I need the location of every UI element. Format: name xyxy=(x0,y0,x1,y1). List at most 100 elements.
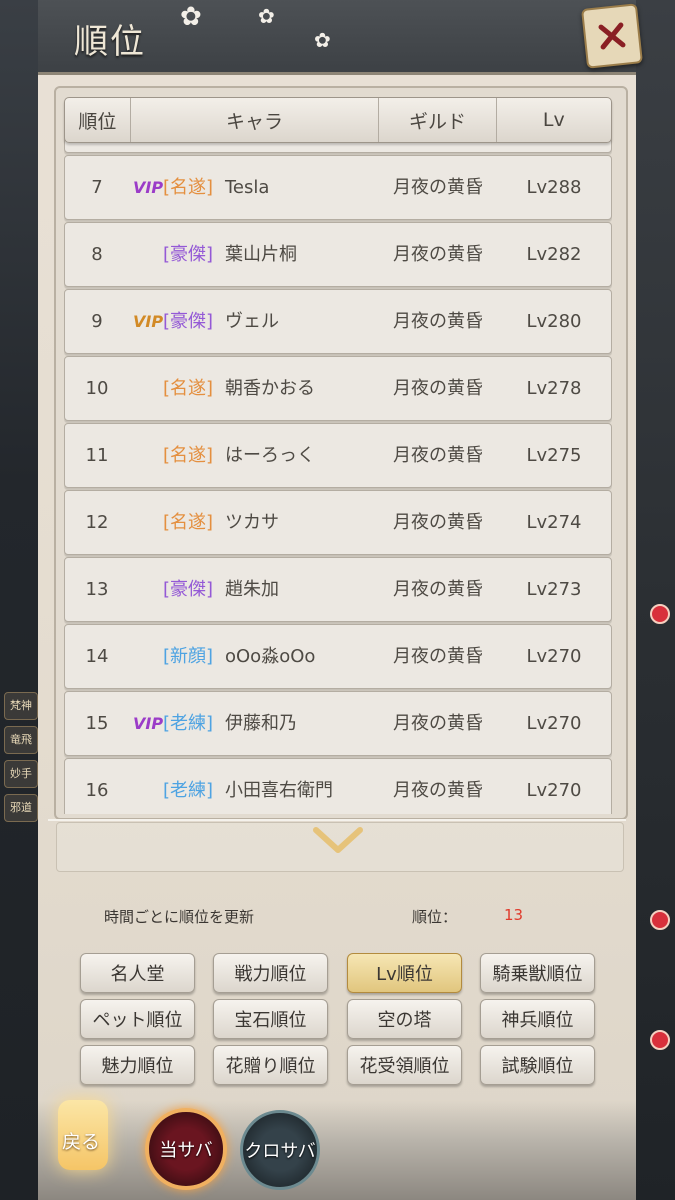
character-name: ヴェル xyxy=(225,311,279,332)
character-name: oOo淼oOo xyxy=(225,646,316,667)
table-row[interactable]: 10 [名遂] 朝香かおる 月夜の黄昏 Lv278 xyxy=(64,356,612,421)
tab-cross-server-label: クロサバ xyxy=(244,1141,316,1162)
guild-name: 月夜の黄昏 xyxy=(393,311,483,332)
title-badge: [名遂] xyxy=(163,378,214,399)
category-button-divine-weapon[interactable]: 神兵順位 xyxy=(480,999,595,1039)
category-button-flower-receive[interactable]: 花受領順位 xyxy=(347,1045,462,1085)
title-badge: [名遂] xyxy=(163,177,214,198)
character-name: はーろっく xyxy=(225,445,315,466)
table-row[interactable]: 9 VIP [豪傑] ヴェル 月夜の黄昏 Lv280 xyxy=(64,289,612,354)
character-name: Tesla xyxy=(225,177,270,198)
flower-decoration-icon: ✿ xyxy=(258,4,275,28)
guild-name: 月夜の黄昏 xyxy=(393,713,483,734)
category-button-hall-of-fame[interactable]: 名人堂 xyxy=(80,953,195,993)
rank-cell: 12 xyxy=(85,512,109,533)
guild-name: 月夜の黄昏 xyxy=(393,780,483,801)
table-header: 順位 キャラ ギルド Lv xyxy=(64,97,612,143)
tab-current-server-label: 当サバ xyxy=(159,1140,213,1161)
guild-name: 月夜の黄昏 xyxy=(393,244,483,265)
level-cell: Lv282 xyxy=(526,244,582,265)
title-badge: [豪傑] xyxy=(163,579,214,600)
close-icon xyxy=(598,22,626,50)
guild-name: 月夜の黄昏 xyxy=(393,512,483,533)
table-row[interactable]: 11 [名遂] はーろっく 月夜の黄昏 Lv275 xyxy=(64,423,612,488)
rank-cell: 14 xyxy=(85,646,109,667)
rank-cell: 16 xyxy=(85,780,109,801)
guild-name: 月夜の黄昏 xyxy=(393,646,483,667)
level-cell: Lv273 xyxy=(526,579,582,600)
level-cell: Lv270 xyxy=(526,713,582,734)
back-button[interactable]: 戻る xyxy=(62,1127,100,1154)
flower-decoration-icon: ✿ xyxy=(180,2,202,32)
flower-decoration-icon: ✿ xyxy=(314,28,331,52)
rank-cell: 13 xyxy=(85,579,109,600)
column-header-rank: 順位 xyxy=(65,98,131,142)
vip-badge: VIP xyxy=(133,312,164,331)
category-button-power[interactable]: 戦力順位 xyxy=(213,953,328,993)
category-button-level[interactable]: Lv順位 xyxy=(347,953,462,993)
table-row[interactable]: 7 VIP [名遂] Tesla 月夜の黄昏 Lv288 xyxy=(64,155,612,220)
guild-name: 月夜の黄昏 xyxy=(393,177,483,198)
level-cell: Lv288 xyxy=(526,177,582,198)
guild-name: 月夜の黄昏 xyxy=(393,378,483,399)
notification-dot-icon xyxy=(650,1030,670,1050)
tab-cross-server[interactable]: クロサバ xyxy=(240,1110,320,1190)
category-button-pet[interactable]: ペット順位 xyxy=(80,999,195,1039)
my-rank-value: 13 xyxy=(504,906,524,924)
level-cell: Lv275 xyxy=(526,445,582,466)
table-row[interactable]: 15 VIP [老練] 伊藤和乃 月夜の黄昏 Lv270 xyxy=(64,691,612,756)
level-cell: Lv270 xyxy=(526,646,582,667)
title-badge: [老練] xyxy=(163,780,214,801)
category-button-flower-give[interactable]: 花贈り順位 xyxy=(213,1045,328,1085)
character-name: 伊藤和乃 xyxy=(225,713,297,734)
column-header-character: キャラ xyxy=(131,98,380,142)
category-button-charm[interactable]: 魅力順位 xyxy=(80,1045,195,1085)
background-right xyxy=(635,0,675,1200)
character-name: ツカサ xyxy=(225,512,279,533)
character-name: 小田喜右衛門 xyxy=(225,780,333,801)
level-cell: Lv280 xyxy=(526,311,582,332)
side-chip-3[interactable]: 妙手 xyxy=(4,760,38,788)
level-cell: Lv274 xyxy=(526,512,582,533)
table-row[interactable]: 12 [名遂] ツカサ 月夜の黄昏 Lv274 xyxy=(64,490,612,555)
category-button-trial[interactable]: 試験順位 xyxy=(480,1045,595,1085)
category-button-mount[interactable]: 騎乗獣順位 xyxy=(480,953,595,993)
title-badge: [老練] xyxy=(163,713,214,734)
category-button-sky-tower[interactable]: 空の塔 xyxy=(347,999,462,1039)
title-badge: [新顔] xyxy=(163,646,214,667)
rank-cell: 11 xyxy=(85,445,109,466)
side-chip-1[interactable]: 梵神 xyxy=(4,692,38,720)
level-cell: Lv270 xyxy=(526,780,582,801)
side-chip-4[interactable]: 邪道 xyxy=(4,794,38,822)
list-divider xyxy=(48,819,626,821)
page-title: 順位 xyxy=(74,22,146,62)
side-chip-2[interactable]: 竜飛 xyxy=(4,726,38,754)
column-header-level: Lv xyxy=(542,109,565,131)
bottom-bar xyxy=(38,1100,636,1200)
character-name: 朝香かおる xyxy=(225,378,315,399)
table-row[interactable]: 14 [新顔] oOo淼oOo 月夜の黄昏 Lv270 xyxy=(64,624,612,689)
chevron-down-icon[interactable] xyxy=(312,826,364,856)
rank-cell: 8 xyxy=(91,244,103,265)
title-badge: [豪傑] xyxy=(163,311,214,332)
level-cell: Lv278 xyxy=(526,378,582,399)
vip-badge: VIP xyxy=(133,178,164,197)
guild-name: 月夜の黄昏 xyxy=(393,445,483,466)
title-badge: [名遂] xyxy=(163,445,214,466)
table-row[interactable]: 16 [老練] 小田喜右衛門 月夜の黄昏 Lv270 xyxy=(64,758,612,814)
rank-cell: 9 xyxy=(91,311,103,332)
ranking-rows[interactable]: 6VIP[名遂]のにゃ月夜の黄昏Lv2917VIP[名遂]Tesla月夜の黄昏L… xyxy=(64,114,612,814)
table-row[interactable]: 8 [豪傑] 葉山片桐 月夜の黄昏 Lv282 xyxy=(64,222,612,287)
close-button[interactable] xyxy=(581,3,643,69)
column-header-guild: ギルド xyxy=(379,98,497,142)
guild-name: 月夜の黄昏 xyxy=(393,579,483,600)
tab-current-server[interactable]: 当サバ xyxy=(145,1108,227,1190)
rank-cell: 10 xyxy=(85,378,109,399)
category-button-gem[interactable]: 宝石順位 xyxy=(213,999,328,1039)
table-row[interactable]: 13 [豪傑] 趙朱加 月夜の黄昏 Lv273 xyxy=(64,557,612,622)
title-badge: [豪傑] xyxy=(163,244,214,265)
title-badge: [名遂] xyxy=(163,512,214,533)
rank-cell: 15 xyxy=(85,713,109,734)
update-notice: 時間ごとに順位を更新 xyxy=(104,908,255,926)
vip-badge: VIP xyxy=(133,714,164,733)
